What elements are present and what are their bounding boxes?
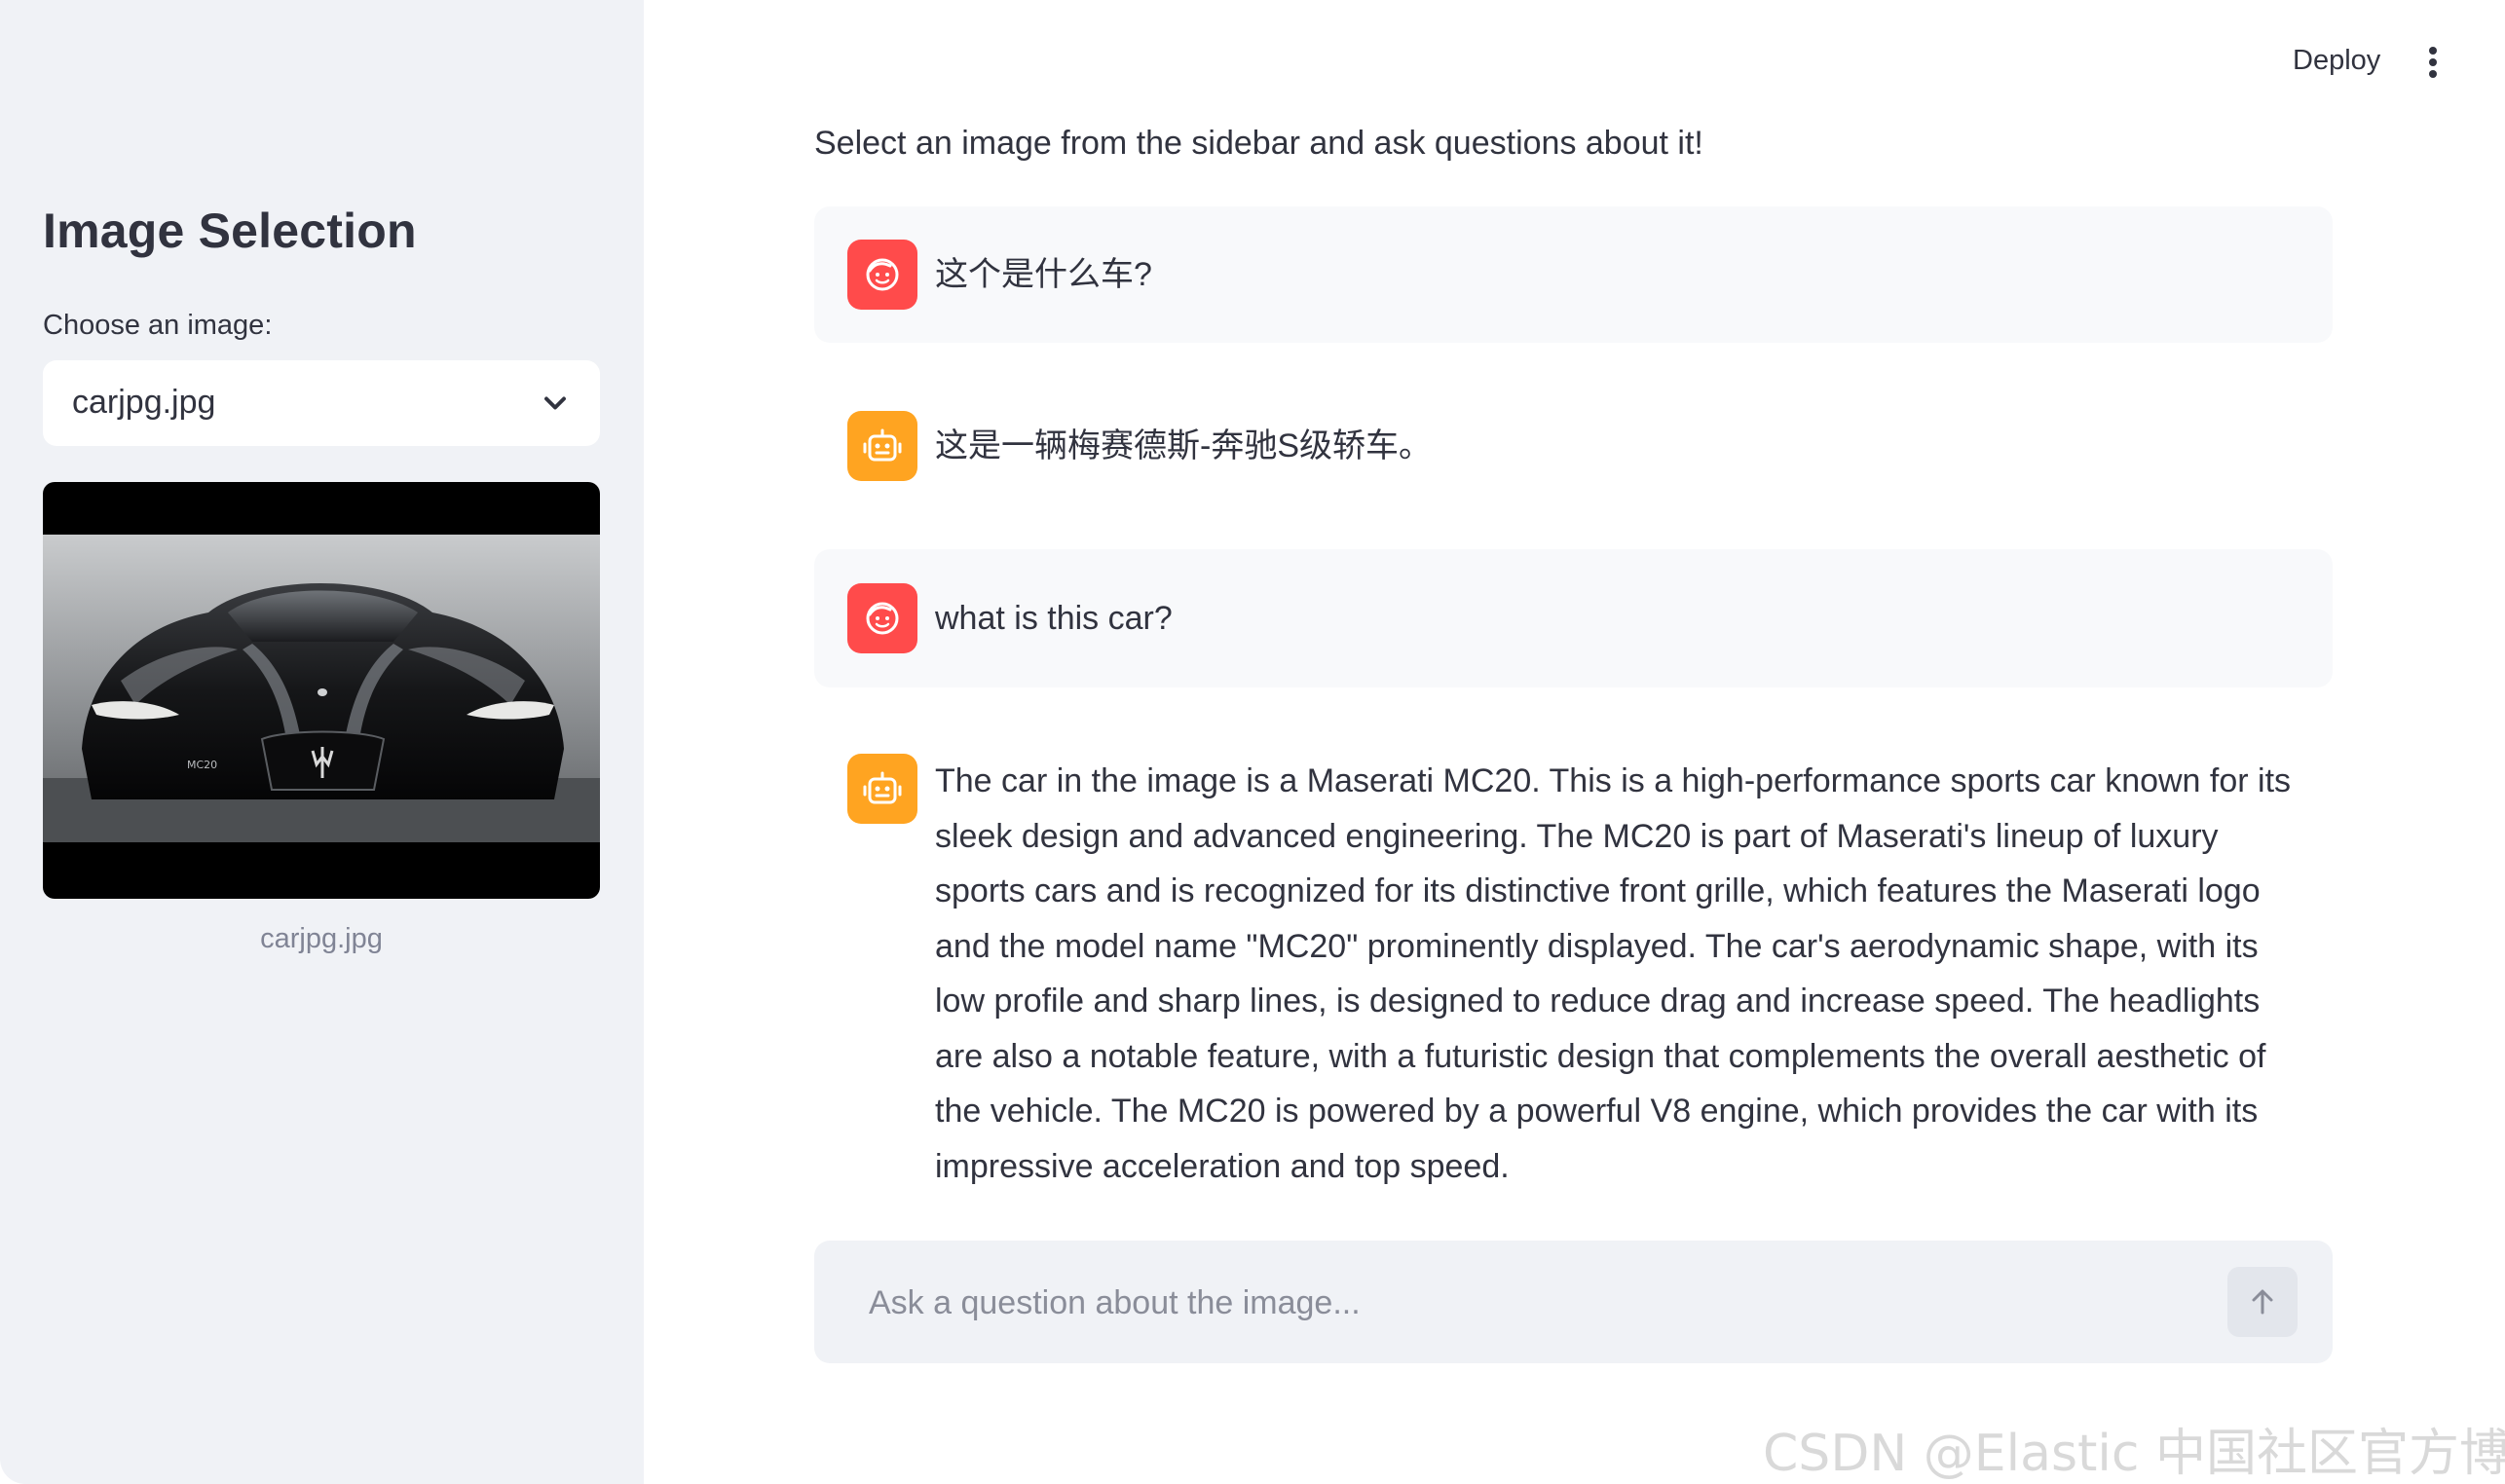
sidebar: Image Selection Choose an image: carjpg.…	[0, 0, 644, 1484]
chat-message-assistant: The car in the image is a Maserati MC20.…	[814, 723, 2333, 1185]
assistant-avatar	[847, 411, 917, 481]
chevron-down-icon	[544, 396, 566, 410]
user-face-icon	[866, 602, 899, 635]
user-face-icon	[866, 258, 899, 291]
selected-image-preview: MC20	[43, 482, 600, 899]
chat-message-user: 这个是什么车?	[814, 206, 2333, 343]
image-select-value: carjpg.jpg	[72, 384, 216, 421]
send-button[interactable]	[2227, 1267, 2298, 1337]
chat-message-assistant: 这是一辆梅赛德斯-奔驰S级轿车。	[814, 378, 2333, 514]
chat-input-container	[814, 1241, 2333, 1363]
image-select-dropdown[interactable]: carjpg.jpg	[43, 360, 600, 446]
car-photo: MC20	[43, 535, 600, 842]
chat-input[interactable]	[867, 1270, 2234, 1336]
user-avatar	[847, 583, 917, 653]
intro-text: Select an image from the sidebar and ask…	[814, 125, 1703, 162]
robot-icon	[863, 771, 902, 804]
app-window: Image Selection Choose an image: carjpg.…	[0, 0, 2505, 1484]
message-text: The car in the image is a Maserati MC20.…	[935, 762, 2292, 1185]
sidebar-title: Image Selection	[43, 204, 417, 258]
user-avatar	[847, 240, 917, 310]
image-caption: carjpg.jpg	[260, 923, 383, 954]
chat-message-user: what is this car?	[814, 549, 2333, 687]
message-text: what is this car?	[935, 600, 1173, 637]
arrow-up-icon	[2252, 1289, 2273, 1315]
kebab-menu-icon[interactable]	[2415, 43, 2450, 82]
watermark: CSDN @Elastic 中国社区官方博客	[1763, 1425, 2505, 1483]
robot-icon	[863, 428, 902, 462]
assistant-avatar	[847, 754, 917, 824]
deploy-button[interactable]: Deploy	[2293, 45, 2380, 77]
message-text: 这是一辆梅赛德斯-奔驰S级轿车。	[935, 427, 1432, 464]
svg-text:MC20: MC20	[187, 759, 217, 771]
image-select-label: Choose an image:	[43, 310, 273, 341]
message-text: 这个是什么车?	[935, 256, 1152, 293]
